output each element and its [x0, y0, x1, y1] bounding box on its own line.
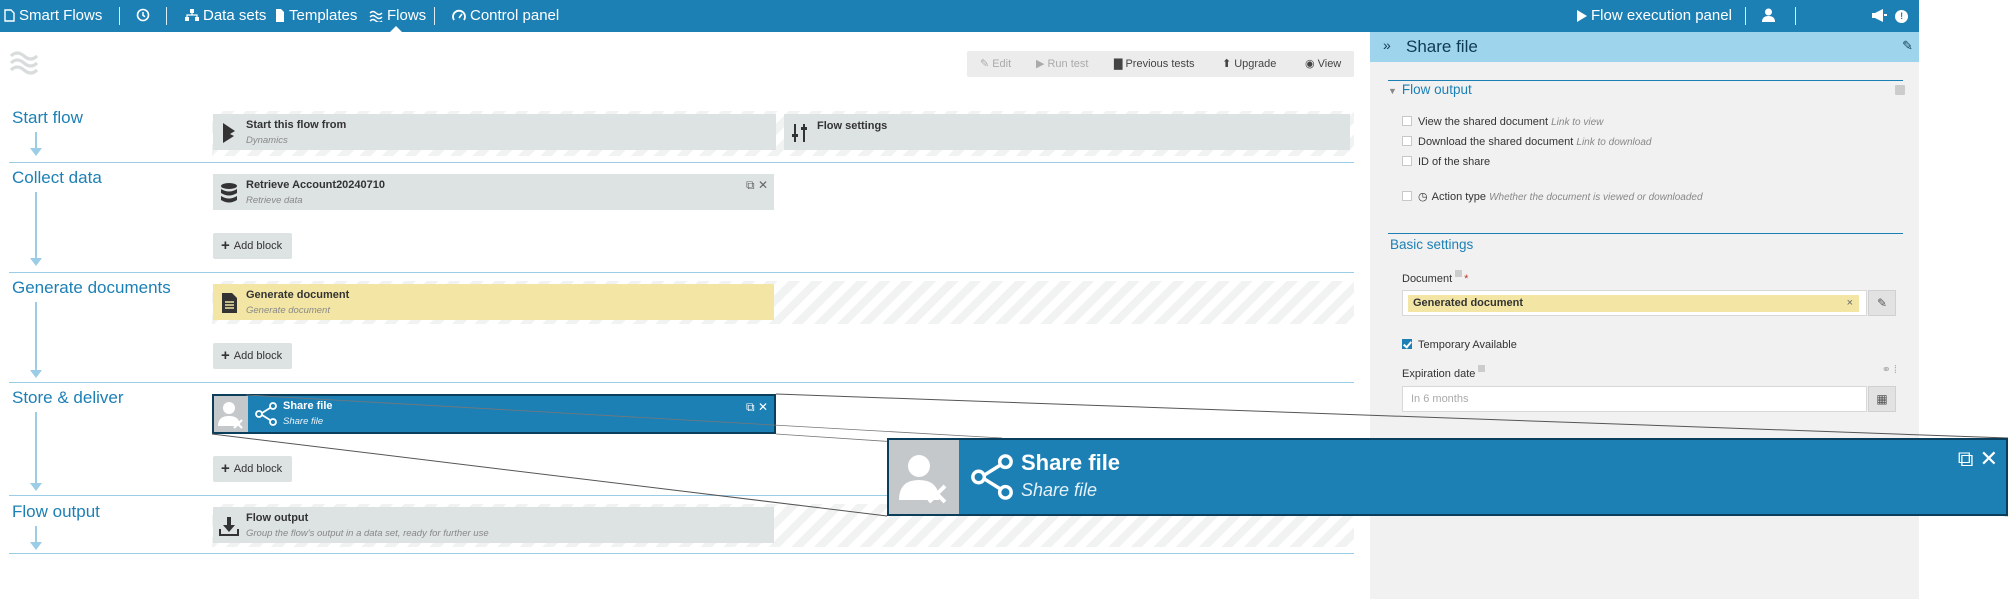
close-icon: ✕ — [1979, 446, 1998, 471]
zoom-block-subtitle: Share file — [1021, 480, 1098, 500]
share-icon — [971, 454, 1013, 500]
copy-icon: ⧉ — [1957, 446, 1974, 471]
zoom-block-title: Share file — [1021, 450, 1121, 475]
avatar-placeholder — [889, 440, 959, 514]
share-file-zoom-callout: Share file Share file ⧉ ✕ — [887, 438, 2008, 516]
zoom-block-actions: ⧉ ✕ — [1958, 446, 1998, 472]
user-remove-icon — [899, 455, 947, 504]
